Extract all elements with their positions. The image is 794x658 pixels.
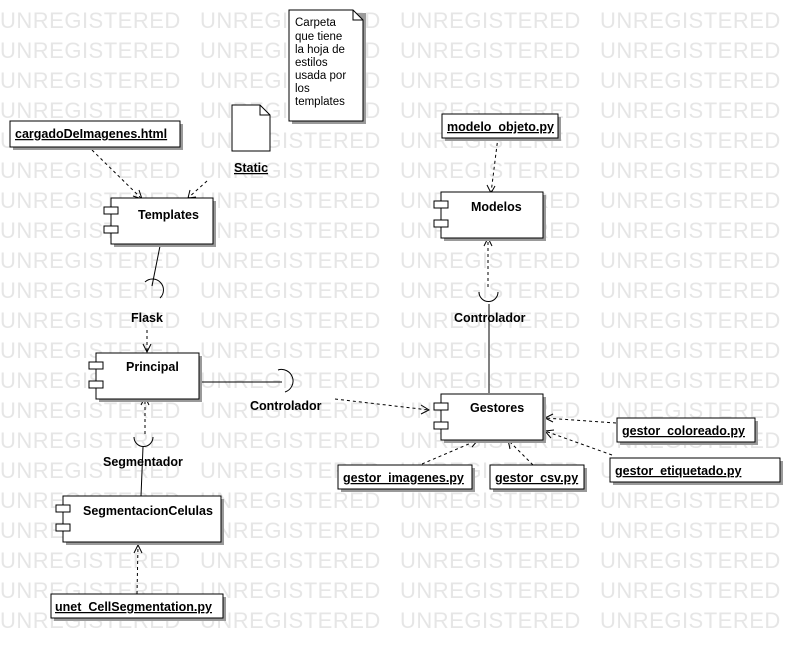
watermark-text: UNREGISTERED [600,188,781,213]
file-icon [231,104,271,152]
component-templates[interactable]: Templates [103,197,216,247]
watermark-text: UNREGISTERED [0,98,181,123]
watermark-text: UNREGISTERED [0,278,181,303]
watermark-text: UNREGISTERED [400,158,581,183]
watermark-text: UNREGISTERED [400,278,581,303]
note-line: templates [295,96,345,108]
watermark-text: UNREGISTERED [600,488,781,513]
artifact-cargado-label: cargadoDeImagenes.html [15,127,167,141]
watermark-text: UNREGISTERED [200,278,381,303]
note-line: que tiene [295,31,342,43]
component-modelos-label: Modelos [471,200,522,214]
component-modelos[interactable]: Modelos [433,191,546,241]
watermark-text: UNREGISTERED [600,128,781,153]
artifact-modelo-objeto[interactable]: modelo_objeto.py [441,113,561,141]
watermark-text: UNREGISTERED [0,38,181,63]
watermark-text: UNREGISTERED [400,68,581,93]
watermark-text: UNREGISTERED [600,578,781,603]
watermark-text: UNREGISTERED [200,578,381,603]
note-static-folder[interactable]: Carpeta que tiene la hoja de estilos usa… [288,9,366,124]
component-diagram: UNREGISTERED UNREGISTERED UNREGISTERED UNRE… [0,8,783,633]
watermark-text: UNREGISTERED [400,518,581,543]
artifact-gestor-imagenes-label: gestor_imagenes.py [343,471,464,485]
watermark-text: UNREGISTERED [200,548,381,573]
watermark-text: UNREGISTERED [200,338,381,363]
watermark-text: UNREGISTERED [600,8,781,33]
watermark-text: UNREGISTERED [600,158,781,183]
artifact-gestor-etiquetado[interactable]: gestor_etiquetado.py [609,457,783,485]
watermark-text: UNREGISTERED [200,608,381,633]
component-segmentacion-celulas[interactable]: SegmentacionCelulas [55,495,224,545]
note-line: usada por [295,70,346,82]
component-gestores-label: Gestores [470,401,524,415]
watermark-text: UNREGISTERED [400,248,581,273]
watermark-text: UNREGISTERED [0,8,181,33]
component-principal-label: Principal [126,360,179,374]
watermark-text: UNREGISTERED [600,518,781,543]
watermark-text: UNREGISTERED [200,128,381,153]
watermark-text: UNREGISTERED [400,38,581,63]
watermark-text: UNREGISTERED [600,548,781,573]
artifact-cargado-de-imagenes[interactable]: cargadoDeImagenes.html [9,120,183,150]
component-segmentacion-label: SegmentacionCelulas [83,504,213,518]
note-line: estilos [295,57,328,69]
component-templates-label: Templates [138,208,199,222]
watermark-text: UNREGISTERED [600,98,781,123]
watermark-text: UNREGISTERED [0,68,181,93]
diagram-canvas: UNREGISTERED UNREGISTERED UNREGISTERED UNRE… [0,0,794,658]
watermark-text: UNREGISTERED [200,218,381,243]
watermark-text: UNREGISTERED [400,368,581,393]
watermark-text: UNREGISTERED [200,428,381,453]
watermark-text: UNREGISTERED [0,428,181,453]
watermark-text: UNREGISTERED [400,548,581,573]
watermark-text: UNREGISTERED [0,548,181,573]
watermark-text: UNREGISTERED [600,368,781,393]
component-principal[interactable]: Principal [88,352,202,402]
interface-controlador-top-label: Controlador [454,311,526,325]
watermark-text: UNREGISTERED [200,518,381,543]
artifact-gestor-csv[interactable]: gestor_csv.py [489,464,587,492]
watermark-text: UNREGISTERED [400,578,581,603]
watermark-text: UNREGISTERED [600,218,781,243]
interface-segmentador-label: Segmentador [103,455,183,469]
watermark-text: UNREGISTERED [400,338,581,363]
watermark-text: UNREGISTERED [400,8,581,33]
artifact-modelo-objeto-label: modelo_objeto.py [447,120,554,134]
watermark-text: UNREGISTERED [200,368,381,393]
note-line: la hoja de [295,44,345,56]
artifact-static[interactable]: Static [231,104,271,175]
interface-flask-label: Flask [131,311,163,325]
watermark-text: UNREGISTERED [600,68,781,93]
watermark-text: UNREGISTERED [600,38,781,63]
watermark-text: UNREGISTERED [200,248,381,273]
artifact-unet-label: unet_CellSegmentation.py [55,600,212,614]
artifact-unet-cell-segmentation[interactable]: unet_CellSegmentation.py [50,593,226,621]
watermark-text: UNREGISTERED [600,608,781,633]
artifact-gestor-coloreado[interactable]: gestor_coloreado.py [616,417,758,445]
watermark-text: UNREGISTERED [0,248,181,273]
artifact-gestor-imagenes[interactable]: gestor_imagenes.py [337,464,475,492]
artifact-gestor-coloreado-label: gestor_coloreado.py [622,424,745,438]
interface-controlador-left-label: Controlador [250,399,322,413]
watermark-text: UNREGISTERED [400,608,581,633]
watermark-text: UNREGISTERED [200,188,381,213]
note-line: Carpeta [295,17,337,29]
artifact-gestor-csv-label: gestor_csv.py [495,471,578,485]
watermark-text: UNREGISTERED [600,278,781,303]
artifact-gestor-etiquetado-label: gestor_etiquetado.py [615,464,741,478]
watermark-text: UNREGISTERED [600,338,781,363]
watermark-text: UNREGISTERED [600,248,781,273]
note-line: los [295,83,310,95]
watermark-text: UNREGISTERED [200,158,381,183]
component-gestores[interactable]: Gestores [433,393,546,443]
artifact-static-label: Static [234,161,268,175]
watermark-text: UNREGISTERED [200,308,381,333]
watermark-text: UNREGISTERED [0,158,181,183]
watermark-text: UNREGISTERED [600,308,781,333]
